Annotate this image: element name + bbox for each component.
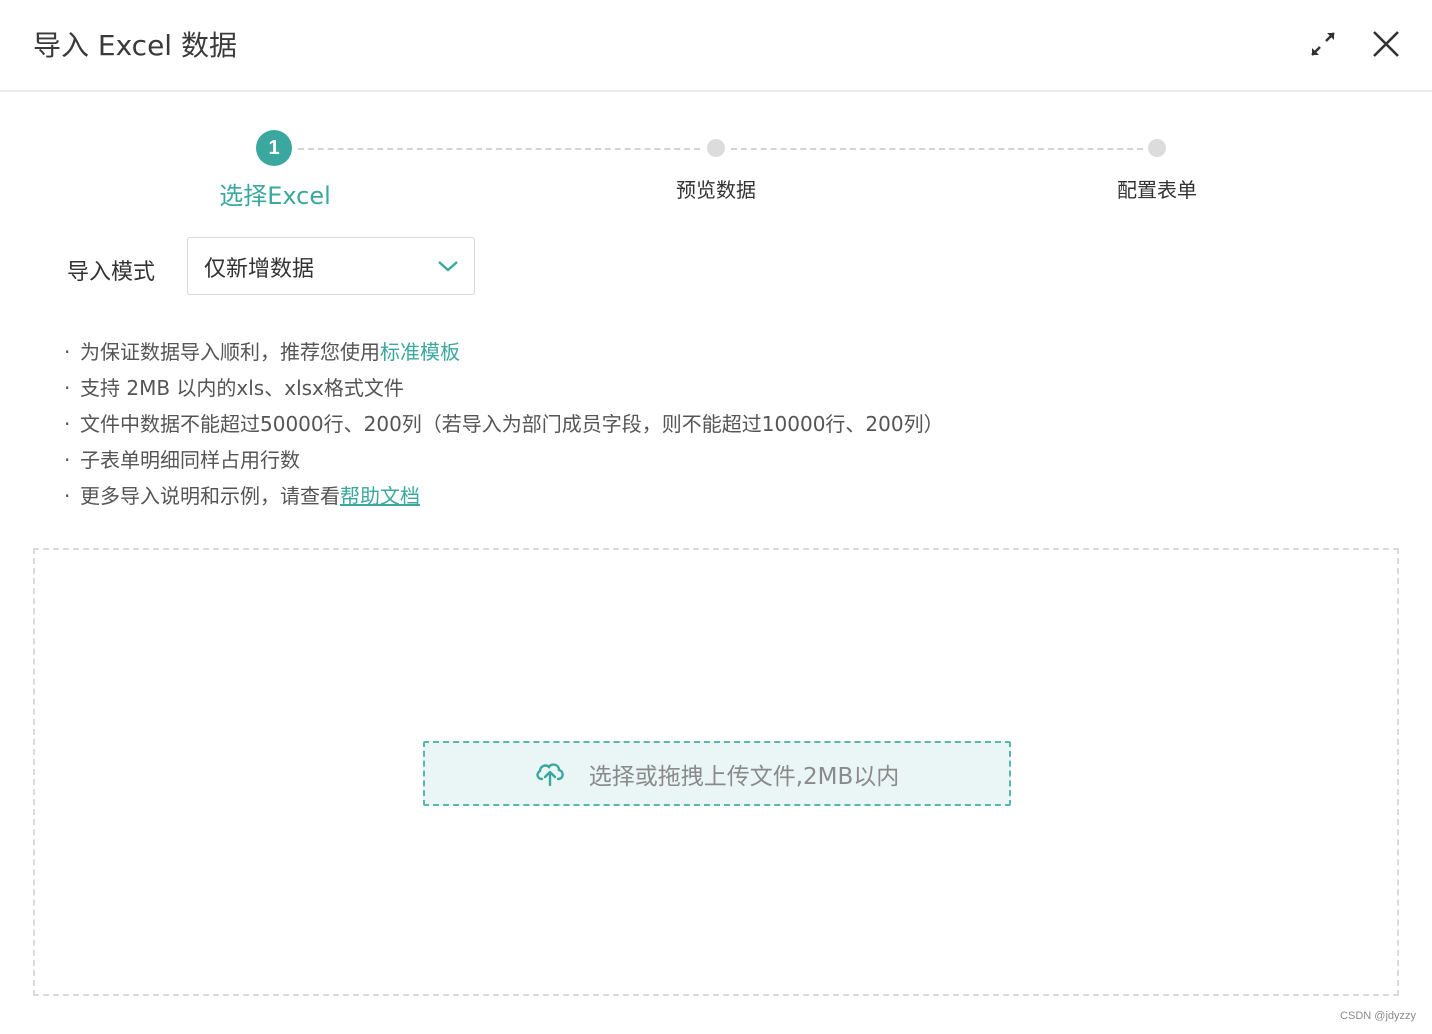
import-steps: 1 选择Excel 预览数据 配置表单 <box>0 120 1432 220</box>
dialog-header: 导入 Excel 数据 <box>0 0 1432 92</box>
tip-item: · 更多导入说明和示例，请查看帮助文档 <box>64 478 944 514</box>
tip-text: 为保证数据导入顺利，推荐您使用 <box>80 340 380 364</box>
step-2-indicator <box>707 139 725 157</box>
tip-bullet: · <box>64 340 71 364</box>
tip-item: · 子表单明细同样占用行数 <box>64 442 944 478</box>
watermark: CSDN @jdyzzy <box>1340 1010 1416 1022</box>
step-1-indicator: 1 <box>256 130 292 166</box>
tip-bullet: · <box>64 412 71 436</box>
help-doc-link[interactable]: 帮助文档 <box>340 484 420 508</box>
upload-label: 选择或拖拽上传文件,2MB以内 <box>588 763 900 790</box>
step-1-label: 选择Excel <box>219 182 331 210</box>
import-mode-value: 仅新增数据 <box>204 257 315 282</box>
import-tips: · 为保证数据导入顺利，推荐您使用标准模板 · 支持 2MB 以内的xls、xlsx… <box>64 334 944 514</box>
step-connector <box>731 148 1143 150</box>
upload-file-button[interactable]: 选择或拖拽上传文件,2MB以内 <box>423 741 1011 806</box>
tip-bullet: · <box>64 448 71 472</box>
step-3-indicator <box>1148 139 1166 157</box>
tip-item: · 为保证数据导入顺利，推荐您使用标准模板 <box>64 334 944 370</box>
cloud-upload-icon <box>536 762 564 786</box>
tip-text: 子表单明细同样占用行数 <box>80 448 300 472</box>
close-icon <box>1373 31 1399 57</box>
step-2-label: 预览数据 <box>676 178 756 202</box>
expand-arrows-icon <box>1311 32 1335 56</box>
expand-button[interactable] <box>1303 24 1343 64</box>
tip-item: · 支持 2MB 以内的xls、xlsx格式文件 <box>64 370 944 406</box>
import-mode-select[interactable]: 仅新增数据 <box>187 237 475 295</box>
tip-item: · 文件中数据不能超过50000行、200列（若导入为部门成员字段，则不能超过10… <box>64 406 944 442</box>
step-connector <box>298 148 700 150</box>
tip-text: 文件中数据不能超过50000行、200列（若导入为部门成员字段，则不能超过100… <box>80 412 944 436</box>
tip-bullet: · <box>64 484 71 508</box>
chevron-down-icon <box>438 261 458 272</box>
import-excel-dialog: 导入 Excel 数据 1 选择Excel 预览数据 配置表单 导入模式 仅新增… <box>0 0 1432 1034</box>
import-mode-label: 导入模式 <box>67 260 156 285</box>
step-3-label: 配置表单 <box>1117 178 1197 202</box>
tip-text: 支持 2MB 以内的xls、xlsx格式文件 <box>80 376 404 400</box>
standard-template-link[interactable]: 标准模板 <box>380 340 460 364</box>
tip-bullet: · <box>64 376 71 400</box>
tip-text: 更多导入说明和示例，请查看 <box>80 484 340 508</box>
dialog-title: 导入 Excel 数据 <box>33 29 237 62</box>
close-button[interactable] <box>1366 24 1406 64</box>
